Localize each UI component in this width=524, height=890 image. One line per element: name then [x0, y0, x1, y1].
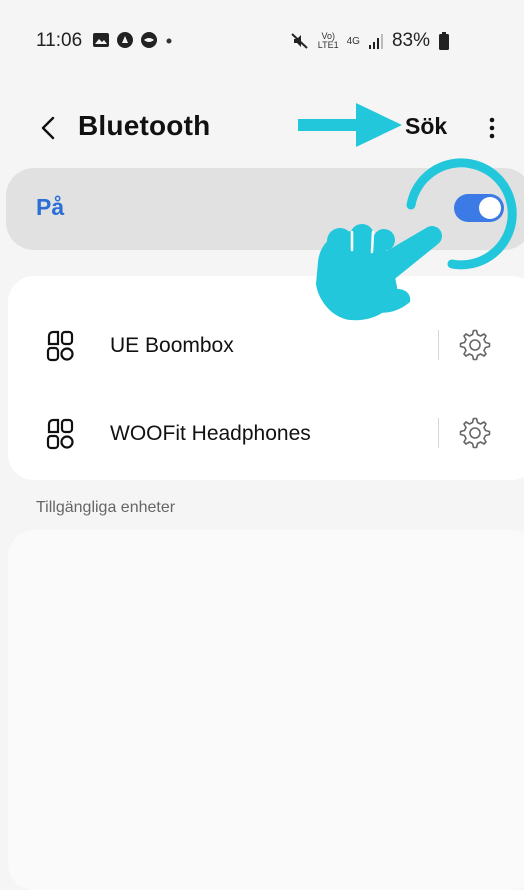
signal-icon [368, 34, 383, 49]
status-right: Vo) LTE1 4G 83% [290, 30, 450, 52]
available-devices-header: Tillgängliga enheter [36, 499, 176, 516]
device-name: UE Boombox [110, 334, 234, 357]
device-icon [46, 418, 74, 450]
bluetooth-status-label: På [36, 194, 65, 220]
more-options-button[interactable] [481, 112, 503, 144]
app-bar: Bluetooth Sök [0, 100, 524, 156]
gear-icon[interactable] [458, 328, 492, 362]
device-row[interactable]: WOOFit Headphones [8, 398, 524, 472]
network-indicator: Vo) LTE1 [317, 31, 339, 50]
battery-icon [439, 32, 449, 50]
search-button[interactable]: Sök [405, 113, 447, 140]
bluetooth-toggle-card[interactable]: På [6, 168, 524, 250]
chevron-left-icon [41, 116, 55, 140]
device-icon [46, 330, 74, 362]
device-row[interactable]: UE Boombox [8, 310, 524, 384]
app-icon [117, 32, 133, 48]
page-title: Bluetooth [78, 110, 211, 141]
more-vertical-icon [489, 117, 495, 139]
toggle-knob [479, 197, 501, 219]
notification-icons [92, 31, 174, 49]
gallery-icon [93, 33, 109, 47]
divider [438, 330, 439, 360]
gear-icon[interactable] [458, 416, 492, 450]
divider [438, 418, 439, 448]
dot-icon [166, 38, 172, 44]
device-name: WOOFit Headphones [110, 422, 311, 445]
status-time: 11:06 [36, 30, 83, 51]
bluetooth-toggle-switch[interactable] [454, 194, 504, 222]
available-devices-list [8, 530, 524, 890]
back-button[interactable] [34, 112, 64, 144]
status-bar: 11:06 Vo) LTE1 4G 83% [0, 0, 524, 80]
paired-devices-card: UE Boombox WOOFit Headphones [8, 276, 524, 480]
face-icon [141, 32, 157, 48]
data-type: 4G [346, 35, 360, 47]
battery-percent: 83% [391, 30, 430, 51]
mute-icon [291, 33, 308, 49]
